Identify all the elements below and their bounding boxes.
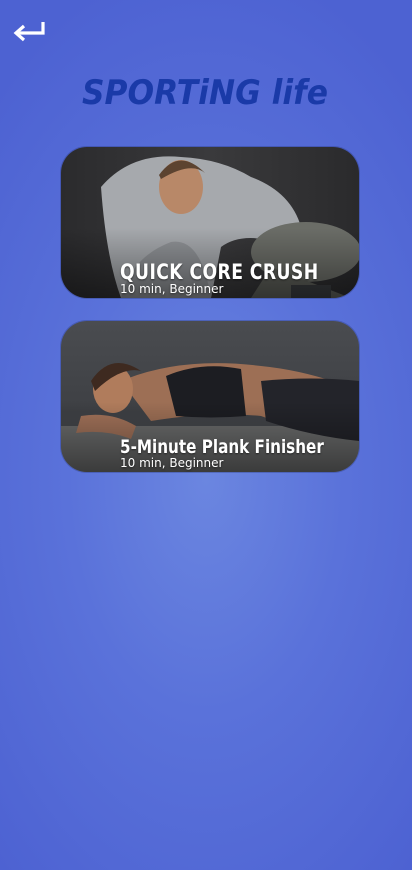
workout-meta: 10 min, Beginner <box>120 282 224 296</box>
workout-card-quick-core-crush[interactable]: QUICK CORE CRUSH 10 min, Beginner <box>61 147 359 298</box>
workout-meta: 10 min, Beginner <box>120 456 224 470</box>
back-button[interactable] <box>12 18 48 46</box>
return-arrow-icon <box>13 22 45 42</box>
workout-card-plank-finisher[interactable]: 5-Minute Plank Finisher 10 min, Beginner <box>61 321 359 472</box>
workout-title: 5-Minute Plank Finisher <box>120 436 324 458</box>
workout-title: QUICK CORE CRUSH <box>120 260 319 284</box>
sporting-life-logo: SPORTiNG life <box>80 68 332 118</box>
logo-text: SPORTiNG life <box>82 73 328 113</box>
